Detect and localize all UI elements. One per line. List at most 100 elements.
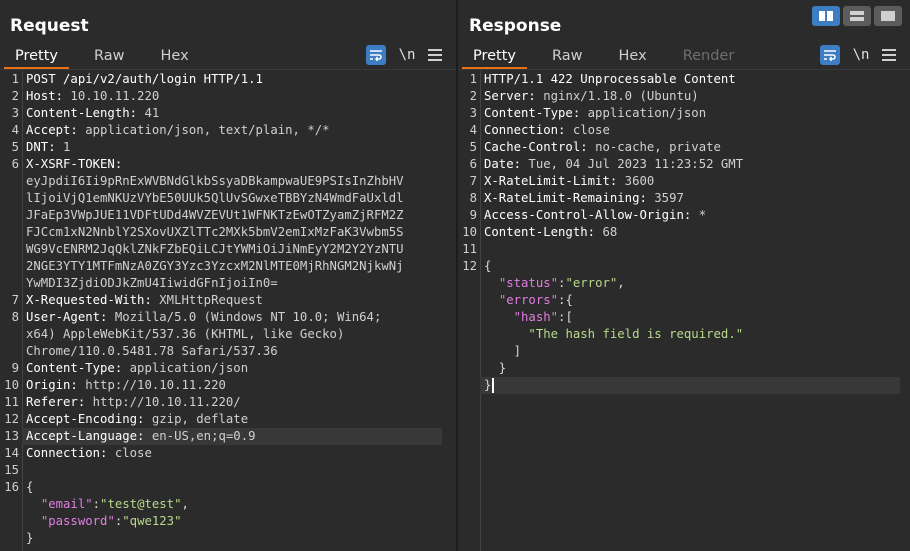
code-token: Origin:	[26, 378, 86, 392]
code-line[interactable]: 4 Connection: close	[458, 122, 910, 139]
code-line[interactable]: 7 X-RateLimit-Limit: 3600	[458, 173, 910, 190]
line-number: 1	[469, 72, 477, 86]
tab-hex[interactable]: Hex	[608, 44, 658, 68]
code-line[interactable]: 10 Content-Length: 68	[458, 224, 910, 241]
line-text: "status":"error",	[480, 275, 900, 292]
code-line[interactable]: 1 POST /api/v2/auth/login HTTP/1.1	[0, 71, 456, 88]
tab-hex[interactable]: Hex	[150, 44, 200, 68]
code-line[interactable]: YwMDI3ZjdiODJkZmU4IiwidGFnIjoiIn0=	[0, 275, 456, 292]
tab-pretty[interactable]: Pretty	[4, 44, 70, 70]
code-line[interactable]: "status":"error",	[458, 275, 910, 292]
line-text: Accept-Language: en-US,en;q=0.9	[22, 428, 442, 445]
line-text: User-Agent: Mozilla/5.0 (Windows NT 10.0…	[22, 309, 442, 326]
code-line[interactable]: 14 Connection: close	[0, 445, 456, 462]
code-token: application/json	[587, 106, 707, 120]
code-line[interactable]: 12 Accept-Encoding: gzip, deflate	[0, 411, 456, 428]
code-line[interactable]: "The hash field is required."	[458, 326, 910, 343]
code-token: 2NGE3YTY1MTFmNzA0ZGY3Yzc3YzcxM2NlMTE0MjR…	[26, 259, 404, 273]
wrap-lines-icon[interactable]	[820, 45, 840, 65]
code-line[interactable]: FJCcm1xN2NnblY2SXovUXZlTTc2MXk5bmV2emIxM…	[0, 224, 456, 241]
line-number: 1	[11, 72, 19, 86]
request-code-lines: 1 POST /api/v2/auth/login HTTP/1.1 2 Host: …	[0, 71, 456, 547]
code-line[interactable]: JFaEp3VWpJUE11VDFtUDd4WVZEVUt1WFNKTzEwOT…	[0, 207, 456, 224]
menu-icon[interactable]	[882, 49, 896, 61]
code-line[interactable]: lIjoiVjQ1emNKUzVYbE50UUk5QlUvSGwxeTBBYzN…	[0, 190, 456, 207]
tab-render: Render	[682, 48, 735, 64]
code-line[interactable]: 10 Origin: http://10.10.11.220	[0, 377, 456, 394]
code-line[interactable]: 2 Host: 10.10.11.220	[0, 88, 456, 105]
split-columns-icon[interactable]	[812, 6, 840, 26]
line-text: DNT: 1	[22, 139, 442, 156]
code-line[interactable]: "password":"qwe123"	[0, 513, 456, 530]
code-line[interactable]: 11	[458, 241, 910, 258]
code-token: FJCcm1xN2NnblY2SXovUXZlTTc2MXk5bmV2emIxM…	[26, 225, 404, 239]
newline-toggle[interactable]: \n	[396, 47, 418, 63]
code-line[interactable]: 16 {	[0, 479, 456, 496]
code-token: application/json	[129, 361, 249, 375]
line-number: 13	[4, 429, 19, 443]
code-line[interactable]: }	[0, 530, 456, 547]
code-line[interactable]: 3 Content-Length: 41	[0, 105, 456, 122]
code-token: XMLHttpRequest	[159, 293, 263, 307]
line-number: 8	[469, 191, 477, 205]
code-line[interactable]: }	[458, 377, 910, 394]
response-editor[interactable]: 1 HTTP/1.1 422 Unprocessable Content 2 Serv…	[458, 71, 910, 551]
code-line[interactable]: eyJpdiI6Ii9pRnExWVBNdGlkbSsyaDBkampwaUE9…	[0, 173, 456, 190]
line-number: 2	[11, 89, 19, 103]
response-title: Response	[469, 16, 562, 36]
line-number: 5	[11, 140, 19, 154]
code-token: nginx/1.18.0 (Ubuntu)	[543, 89, 699, 103]
code-line[interactable]: "email":"test@test",	[0, 496, 456, 513]
code-line[interactable]: 4 Accept: application/json, text/plain, *…	[0, 122, 456, 139]
line-number: 3	[469, 106, 477, 120]
code-line[interactable]: WG9VcENRM2JqQklZNkFZbEQiLCJtYWMiOiJiNmEy…	[0, 241, 456, 258]
code-line[interactable]: 6 Date: Tue, 04 Jul 2023 11:23:52 GMT	[458, 156, 910, 173]
code-line[interactable]: "hash":[	[458, 309, 910, 326]
code-line[interactable]: "errors":{	[458, 292, 910, 309]
line-number: 12	[462, 259, 477, 273]
code-token: {	[484, 259, 492, 273]
tab-raw[interactable]: Raw	[541, 44, 594, 68]
code-line[interactable]: 12 {	[458, 258, 910, 275]
request-editor[interactable]: 1 POST /api/v2/auth/login HTTP/1.1 2 Host: …	[0, 71, 456, 551]
code-line[interactable]: x64) AppleWebKit/537.36 (KHTML, like Gec…	[0, 326, 456, 343]
code-line[interactable]: 5 Cache-Control: no-cache, private	[458, 139, 910, 156]
code-line[interactable]: 5 DNT: 1	[0, 139, 456, 156]
code-line[interactable]: 7 X-Requested-With: XMLHttpRequest	[0, 292, 456, 309]
code-line[interactable]: 3 Content-Type: application/json	[458, 105, 910, 122]
code-token: Cache-Control:	[484, 140, 596, 154]
code-line[interactable]: 9 Access-Control-Allow-Origin: *	[458, 207, 910, 224]
line-text: }	[480, 377, 900, 394]
code-token: gzip, deflate	[151, 412, 249, 426]
code-line[interactable]: }	[458, 360, 910, 377]
menu-icon[interactable]	[428, 49, 442, 61]
code-line[interactable]: 2NGE3YTY1MTFmNzA0ZGY3Yzc3YzcxM2NlMTE0MjR…	[0, 258, 456, 275]
line-number	[458, 292, 480, 309]
code-line[interactable]: 8 X-RateLimit-Remaining: 3597	[458, 190, 910, 207]
code-line[interactable]: 13 Accept-Language: en-US,en;q=0.9	[0, 428, 456, 445]
line-text: HTTP/1.1 422 Unprocessable Content	[480, 71, 900, 88]
code-token: Connection:	[484, 123, 573, 137]
code-line[interactable]: Chrome/110.0.5481.78 Safari/537.36	[0, 343, 456, 360]
single-pane-icon[interactable]	[874, 6, 902, 26]
request-pane: Request Pretty Raw Hex \n 1 POST /api/v2/…	[0, 0, 456, 551]
tab-raw[interactable]: Raw	[83, 44, 136, 68]
code-line[interactable]: 15	[0, 462, 456, 479]
code-line[interactable]: 11 Referer: http://10.10.11.220/	[0, 394, 456, 411]
line-number	[458, 377, 480, 394]
split-rows-icon[interactable]	[843, 6, 871, 26]
code-token: ,	[617, 276, 625, 290]
code-line[interactable]: 8 User-Agent: Mozilla/5.0 (Windows NT 10.…	[0, 309, 456, 326]
code-line[interactable]: 9 Content-Type: application/json	[0, 360, 456, 377]
code-line[interactable]: 1 HTTP/1.1 422 Unprocessable Content	[458, 71, 910, 88]
line-number	[0, 173, 22, 190]
wrap-lines-icon[interactable]	[366, 45, 386, 65]
newline-toggle[interactable]: \n	[850, 47, 872, 63]
code-token: Host:	[26, 89, 71, 103]
code-line[interactable]: 2 Server: nginx/1.18.0 (Ubuntu)	[458, 88, 910, 105]
tab-pretty[interactable]: Pretty	[462, 44, 528, 70]
code-line[interactable]: 6 X-XSRF-TOKEN:	[0, 156, 456, 173]
code-line[interactable]: ]	[458, 343, 910, 360]
